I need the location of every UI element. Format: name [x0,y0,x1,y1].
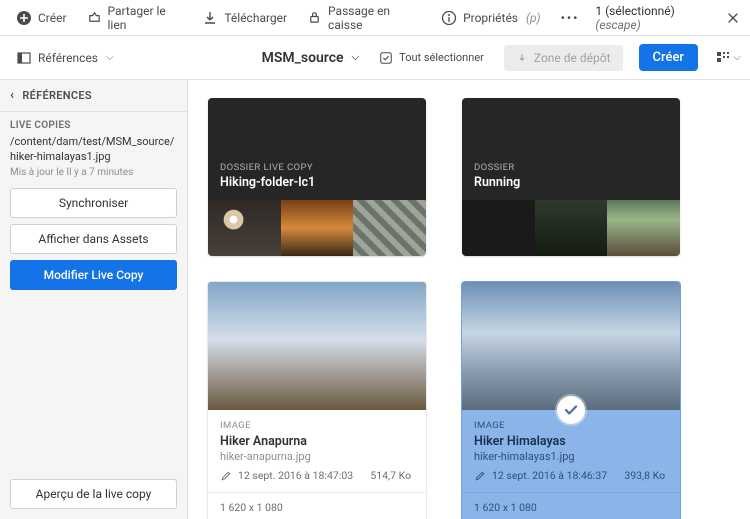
download-button[interactable]: Télécharger [194,6,295,30]
checkout-label: Passage en caisse [328,4,421,32]
asset-thumbnail [462,282,680,410]
folder-name: Hiking-folder-lc1 [220,175,315,190]
select-all-label: Tout sélectionner [399,51,484,64]
navigation-bar: Références ⌵ MSM_source ⌵ Tout sélection… [0,36,750,80]
selection-count: 1 (sélectionné) (escape) [595,4,715,32]
more-actions-button[interactable]: ••• [553,7,588,29]
rail-header: ‹ RÉFÉRENCES [0,80,187,112]
asset-dimensions: 1 620 x 1 080 [462,492,680,519]
live-copies-section-label: LIVE COPIES [0,112,187,135]
show-in-assets-button[interactable]: Afficher dans Assets [10,224,177,254]
dropzone-label: Zone de dépôt [534,51,611,65]
info-icon [441,10,457,26]
properties-shortcut: (p) [526,11,541,25]
asset-thumbnail [208,282,426,410]
asset-path: /content/dam/test/MSM_source/hiker-himal… [0,135,187,165]
asset-type-label: IMAGE [220,420,414,431]
create-primary-button[interactable]: Créer [639,44,698,71]
selection-toolbar: Créer Partager le lien Télécharger Passa… [0,0,750,36]
breadcrumb-label: MSM_source [262,50,344,66]
properties-button[interactable]: Propriétés (p) [433,6,549,30]
pencil-icon [220,470,232,482]
folder-type-label: DOSSIER LIVE COPY [220,162,315,173]
view-switcher[interactable]: ⌵ [714,44,742,72]
asset-meta: 12 sept. 2016 à 18:46:37 393,8 Ko [474,469,668,482]
create-label: Créer [38,11,67,25]
chevron-down-icon: ⌵ [733,52,741,63]
asset-card[interactable]: IMAGE Hiker Anapurna hiker-anapurna.jpg … [208,282,426,519]
asset-filename: hiker-anapurna.jpg [220,450,414,463]
download-icon [202,10,218,26]
deselect-button[interactable] [723,8,742,28]
asset-meta: 12 sept. 2016 à 18:47:03 514,7 Ko [220,469,414,482]
asset-title: Hiker Anapurna [220,434,414,449]
checkout-button[interactable]: Passage en caisse [299,0,429,36]
create-button[interactable]: Créer [8,6,75,30]
lock-icon [307,10,322,26]
breadcrumb[interactable]: MSM_source ⌵ [262,50,360,66]
folder-thumbnails [462,200,680,256]
asset-title: Hiker Himalayas [474,434,668,449]
rail-label: Références [38,51,98,65]
dropzone[interactable]: Zone de dépôt [504,45,623,71]
share-label: Partager le lien [108,4,183,32]
asset-card-selected[interactable]: IMAGE Hiker Himalayas hiker-himalayas1.j… [462,282,680,519]
folder-name: Running [474,175,520,190]
more-icon: ••• [561,11,580,25]
preview-live-copy-button[interactable]: Aperçu de la live copy [10,479,177,509]
share-icon [87,10,102,26]
chevron-down-icon: ⌵ [106,52,114,63]
folder-type-label: DOSSIER [474,162,520,173]
download-label: Télécharger [224,11,287,25]
asset-filename: hiker-himalayas1.jpg [474,450,668,463]
synchronize-button[interactable]: Synchroniser [10,188,177,218]
rail-title: RÉFÉRENCES [22,89,92,102]
folder-card[interactable]: DOSSIER LIVE COPY Hiking-folder-lc1 [208,98,426,256]
folder-thumbnails [208,200,426,256]
chevron-down-icon: ⌵ [352,52,360,63]
selected-check-icon [557,396,585,424]
asset-grid: DOSSIER LIVE COPY Hiking-folder-lc1 DOSS… [188,80,750,519]
properties-label: Propriétés [463,11,518,25]
select-all-button[interactable]: Tout sélectionner [379,51,484,65]
create-primary-label: Créer [653,50,684,65]
references-rail: ‹ RÉFÉRENCES LIVE COPIES /content/dam/te… [0,80,188,519]
pencil-icon [474,470,486,482]
back-button[interactable]: ‹ [10,88,14,103]
asset-updated: Mis à jour le Il y a 7 minutes [0,165,187,188]
modify-live-copy-button[interactable]: Modifier Live Copy [10,260,177,290]
rail-icon [16,50,32,66]
plus-icon [16,10,32,26]
rail-toggle[interactable]: Références ⌵ [8,46,122,70]
share-link-button[interactable]: Partager le lien [79,0,191,36]
asset-dimensions: 1 620 x 1 080 [208,492,426,519]
folder-card[interactable]: DOSSIER Running [462,98,680,256]
